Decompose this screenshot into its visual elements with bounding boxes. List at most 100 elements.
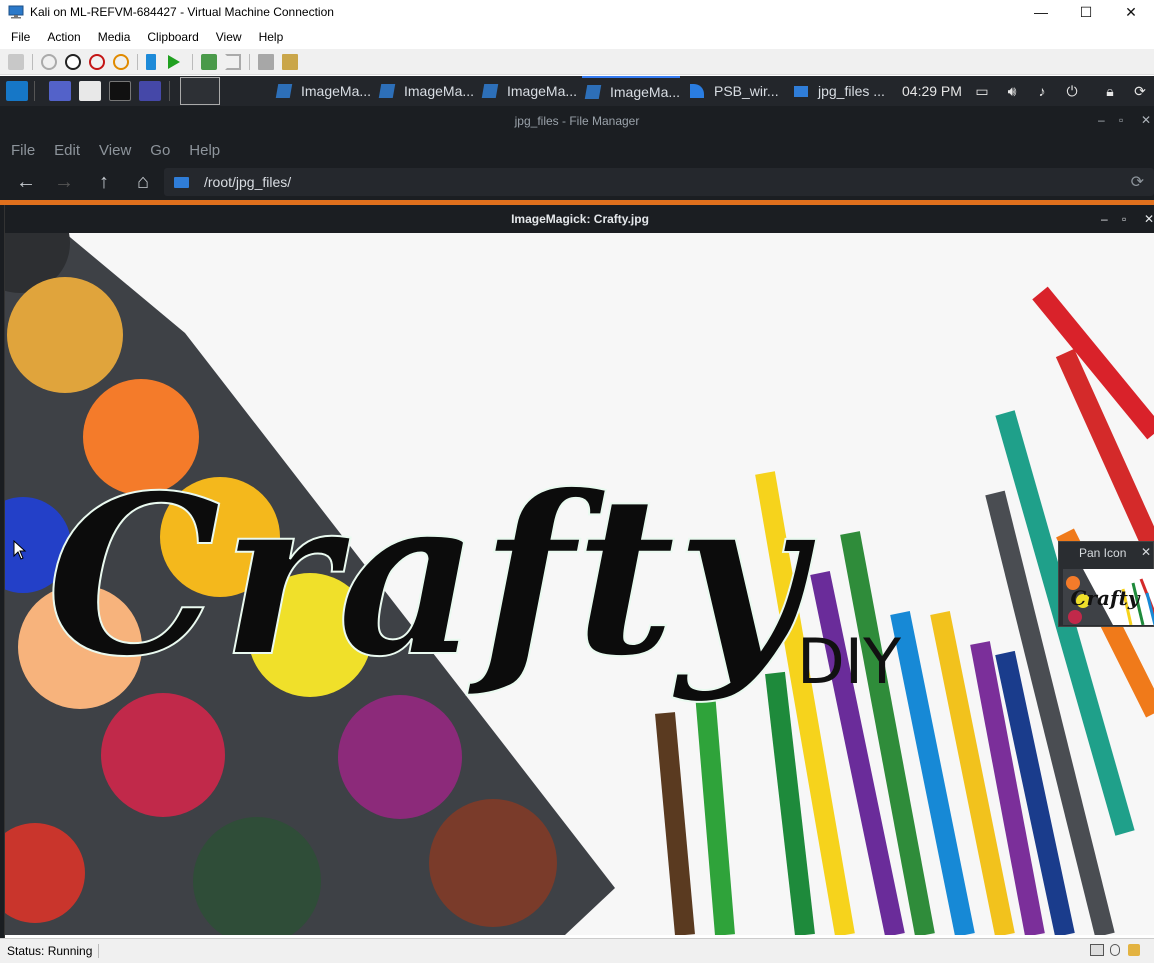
lock-status-icon [1128, 944, 1140, 956]
pan-icon-window[interactable]: Pan Icon ✕ Crafty [1058, 541, 1154, 627]
im-minimize-button[interactable]: ‒ [1101, 212, 1108, 226]
start-icon[interactable] [41, 53, 57, 70]
volume-icon[interactable]: 🔊︎ [1004, 83, 1020, 99]
file-manager-menu-bar: File Edit View Go Help [0, 136, 1154, 164]
save-state-icon[interactable] [113, 53, 129, 70]
task-label: ImageMa... [404, 83, 475, 99]
panel-separator [34, 81, 35, 101]
minimize-button[interactable]: — [1018, 0, 1064, 24]
im-close-button[interactable]: ✕ [1144, 212, 1154, 226]
wireshark-icon [690, 84, 704, 98]
host-title-bar: Kali on ML-REFVM-684427 - Virtual Machin… [0, 0, 1154, 24]
host-status-bar: Status: Running [0, 938, 1154, 963]
imagemagick-icon [584, 85, 602, 99]
forward-arrow-icon[interactable]: → [52, 170, 76, 194]
imagemagick-icon [275, 84, 293, 98]
file-manager-title-bar: jpg_files - File Manager [0, 106, 1154, 136]
crafty-headline: Crafty [46, 446, 817, 705]
menu-action[interactable]: Action [47, 30, 80, 44]
pan-icon-title: Pan Icon [1079, 546, 1127, 560]
reload-icon[interactable]: ⟳ [1131, 172, 1144, 192]
path-field[interactable]: /root/jpg_files/ ⟳ [164, 168, 1154, 196]
terminal-launcher-icon[interactable] [109, 81, 131, 101]
resume-icon[interactable] [168, 54, 180, 69]
kali-menu-icon[interactable] [6, 81, 28, 101]
mouse-icon [1110, 944, 1120, 956]
fm-minimize-button[interactable]: ‒ [1098, 113, 1105, 127]
toolbar-separator [192, 53, 193, 70]
fm-menu-help[interactable]: Help [189, 142, 220, 159]
imagemagick-icon [481, 84, 499, 98]
folder-icon [794, 85, 808, 97]
imagemagick-icon [378, 84, 396, 98]
task-label: ImageMa... [507, 83, 578, 99]
panel-clock[interactable]: 04:29 PM [902, 76, 962, 106]
crafty-image-art: Crafty DIY [5, 233, 1154, 935]
ctrl-alt-del-icon[interactable] [8, 53, 24, 70]
fm-menu-edit[interactable]: Edit [54, 142, 80, 159]
refresh-icon[interactable]: ⟳ [1132, 83, 1148, 99]
task-label: ImageMa... [301, 83, 372, 99]
fm-maximize-button[interactable]: ▫ [1119, 113, 1123, 127]
file-manager-launcher-icon[interactable] [79, 81, 101, 101]
toolbar-separator [249, 53, 250, 70]
share-icon[interactable] [282, 53, 298, 70]
taskbar-imagemagick-3[interactable]: ImageMa... [481, 76, 578, 106]
fm-close-button[interactable]: ✕ [1141, 113, 1151, 127]
file-manager-title: jpg_files - File Manager [514, 114, 640, 128]
fm-menu-file[interactable]: File [11, 142, 35, 159]
power-icon[interactable]: ⏻ [1064, 83, 1080, 99]
kali-top-panel: ImageMa... ImageMa... ImageMa... ImageMa… [0, 76, 1154, 106]
toolbar-separator [32, 53, 33, 70]
workspace-switcher[interactable] [180, 77, 220, 105]
screen-recorder-icon[interactable] [139, 81, 161, 101]
mouse-cursor-icon [13, 540, 27, 560]
vm-status-text: Status: Running [7, 944, 100, 958]
taskbar-file-manager[interactable]: jpg_files ... [794, 76, 885, 106]
taskbar-imagemagick-2[interactable]: ImageMa... [378, 76, 475, 106]
folder-icon [174, 176, 189, 188]
lock-icon[interactable]: 🔒︎ [1102, 83, 1118, 99]
toolbar-separator [137, 53, 138, 70]
task-label: ImageMa... [610, 84, 681, 100]
menu-clipboard[interactable]: Clipboard [147, 30, 198, 44]
menu-view[interactable]: View [216, 30, 242, 44]
panel-separator [169, 81, 170, 101]
display-icon[interactable]: ▭ [974, 83, 990, 99]
turn-off-icon[interactable] [65, 53, 81, 70]
menu-help[interactable]: Help [259, 30, 284, 44]
diy-subheadline: DIY [797, 625, 901, 698]
enhanced-session-icon[interactable] [258, 53, 274, 70]
shutdown-icon[interactable] [89, 53, 105, 70]
pan-icon-thumbnail[interactable]: Crafty [1063, 569, 1154, 625]
host-menu-bar: File Action Media Clipboard View Help [0, 25, 1154, 48]
im-maximize-button[interactable]: ▫ [1122, 212, 1126, 226]
close-button[interactable]: ✕ [1108, 0, 1154, 24]
taskbar-imagemagick-1[interactable]: ImageMa... [275, 76, 372, 106]
maximize-button[interactable]: ☐ [1063, 0, 1109, 24]
imagemagick-window: ImageMagick: Crafty.jpg ‒ ▫ ✕ Crafty DIY [4, 205, 1154, 938]
crafty-image[interactable]: Crafty DIY [5, 233, 1154, 935]
menu-media[interactable]: Media [98, 30, 131, 44]
home-icon[interactable]: ⌂ [131, 170, 155, 194]
pan-icon-close-button[interactable]: ✕ [1141, 545, 1151, 559]
vm-screen: ImageMa... ImageMa... ImageMa... ImageMa… [0, 76, 1154, 938]
checkpoint-icon[interactable] [201, 53, 217, 70]
revert-icon[interactable] [225, 53, 241, 70]
imagemagick-title: ImageMagick: Crafty.jpg [511, 212, 649, 226]
back-arrow-icon[interactable]: ← [14, 170, 38, 194]
notification-bell-icon[interactable]: ♪ [1034, 83, 1050, 99]
pause-icon[interactable] [146, 53, 156, 70]
task-label: jpg_files ... [818, 83, 885, 99]
fm-menu-go[interactable]: Go [150, 142, 170, 159]
show-desktop-icon[interactable] [49, 81, 71, 101]
svg-text:Crafty: Crafty [1071, 586, 1141, 610]
taskbar-imagemagick-4[interactable]: ImageMa... [582, 76, 681, 106]
path-text: /root/jpg_files/ [204, 174, 292, 190]
vm-connection-icon [8, 5, 24, 19]
host-window-title: Kali on ML-REFVM-684427 - Virtual Machin… [30, 5, 334, 19]
taskbar-wireshark[interactable]: PSB_wir... [690, 76, 779, 106]
menu-file[interactable]: File [11, 30, 30, 44]
up-arrow-icon[interactable]: ↑ [92, 170, 116, 194]
fm-menu-view[interactable]: View [99, 142, 131, 159]
